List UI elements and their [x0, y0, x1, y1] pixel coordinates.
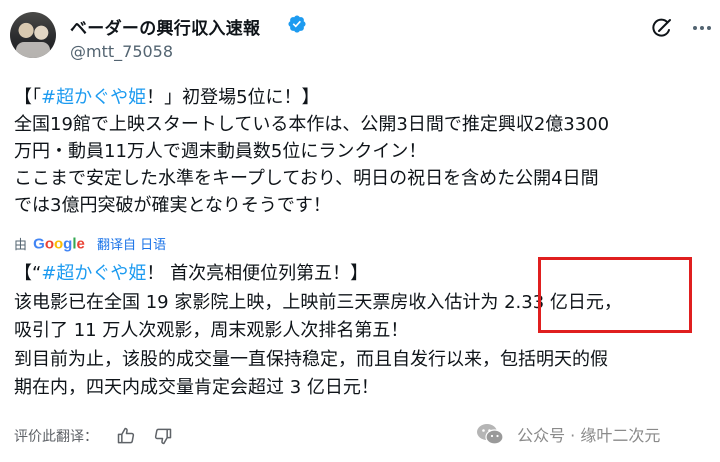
grok-icon[interactable]	[650, 16, 674, 40]
tweet-line: では3億円突破が確実となりそうです！	[14, 195, 331, 216]
translation-attribution: 由 Google 翻译自 日语	[14, 234, 166, 254]
rate-translation-bar: 评价此翻译：	[14, 426, 185, 450]
red-highlight-box	[538, 257, 692, 333]
thumbs-down-icon[interactable]	[153, 426, 173, 446]
handle[interactable]: @mtt_75058	[70, 42, 173, 61]
tweet-line: 到目前为止，该股的成交量一直保持稳定，而且自发行以来，包括明天的假	[14, 348, 608, 370]
tweet-title-ja: 【「#超かぐや姫！」初登場5位に！】	[14, 87, 320, 108]
tweet-line: ここまで安定した水準をキープしており、明日の祝日を含めた公開4日間	[14, 168, 599, 189]
more-icon[interactable]	[690, 16, 714, 40]
hashtag-link[interactable]: #超かぐや姫	[41, 87, 146, 108]
watermark: 公众号 · 缘叶二次元	[476, 422, 660, 450]
hashtag-link[interactable]: #超かぐや姫	[41, 263, 146, 284]
tweet-line: 万円・動員11万人で週末動員数5位にランクイン！	[14, 141, 427, 162]
display-name[interactable]: ベーダーの興行収入速報	[70, 14, 260, 39]
translated-from-link[interactable]: 翻译自 日语	[97, 238, 166, 253]
translated-by-label: 由	[14, 238, 28, 253]
rate-translation-label: 评价此翻译：	[14, 429, 98, 445]
tweet-line: 全国19館で上映スタートしている本作は、公開3日間で推定興収2億3300	[14, 114, 610, 135]
tweet-text-original: 【「#超かぐや姫！」初登場5位に！】 全国19館で上映スタートしている本作は、公…	[14, 84, 714, 219]
verified-badge-icon	[288, 15, 306, 33]
wechat-icon	[477, 424, 504, 445]
thumbs-up-icon[interactable]	[116, 426, 136, 446]
tweet-line: 期在内，四天内成交量肯定会超过 3 亿日元！	[14, 377, 379, 398]
tweet-header: ベーダーの興行収入速報 @mtt_75058	[0, 0, 720, 72]
watermark-text: 公众号 · 缘叶二次元	[517, 426, 661, 445]
avatar[interactable]	[10, 12, 56, 58]
google-logo: Google	[33, 235, 85, 253]
